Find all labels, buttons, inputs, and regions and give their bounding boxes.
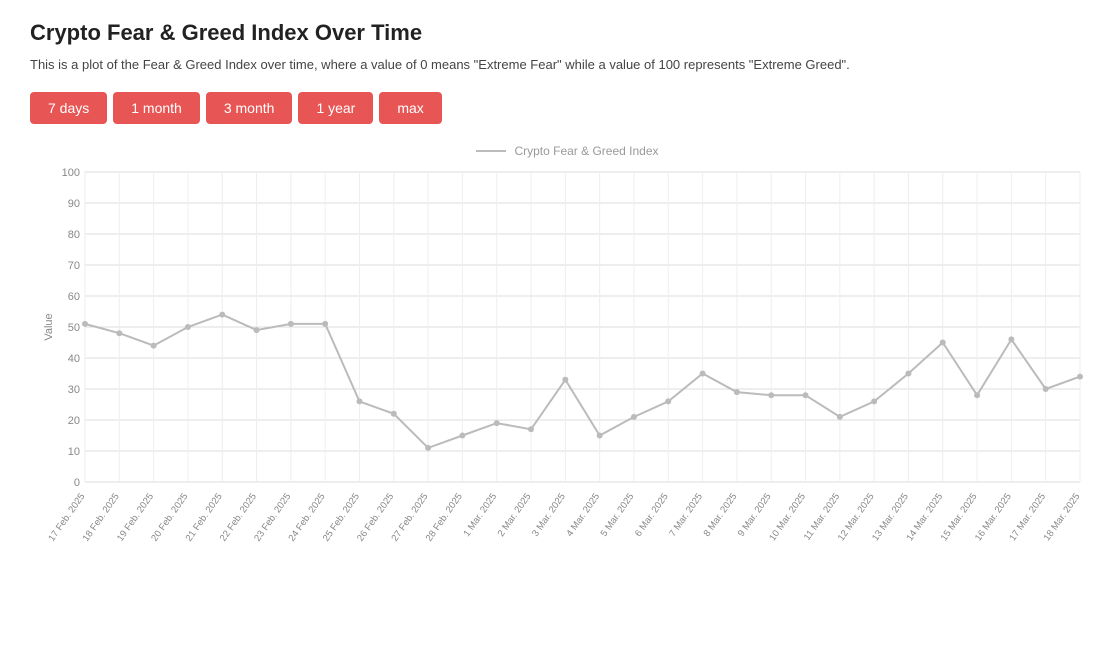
chart-container: Crypto Fear & Greed Index 0 10 20 30 40 50 60 7… xyxy=(40,144,1095,584)
svg-text:28 Feb. 2025: 28 Feb. 2025 xyxy=(424,492,465,544)
svg-text:5 Mar. 2025: 5 Mar. 2025 xyxy=(599,492,637,539)
btn-3month[interactable]: 3 month xyxy=(206,92,293,124)
chart-legend: Crypto Fear & Greed Index xyxy=(40,144,1095,158)
svg-text:60: 60 xyxy=(68,291,80,303)
chart-area: 010203040506070809010017 Feb. 202518 Feb… xyxy=(40,162,1095,562)
svg-text:50: 50 xyxy=(68,322,80,334)
svg-text:40: 40 xyxy=(68,353,80,365)
svg-text:20: 20 xyxy=(68,415,80,427)
page-subtitle: This is a plot of the Fear & Greed Index… xyxy=(30,56,1089,74)
btn-1month[interactable]: 1 month xyxy=(113,92,200,124)
svg-text:9 Mar. 2025: 9 Mar. 2025 xyxy=(736,492,774,539)
svg-text:80: 80 xyxy=(68,229,80,241)
svg-text:30: 30 xyxy=(68,384,80,396)
svg-text:4 Mar. 2025: 4 Mar. 2025 xyxy=(564,492,602,539)
svg-text:Value: Value xyxy=(43,314,55,341)
svg-text:2 Mar. 2025: 2 Mar. 2025 xyxy=(496,492,534,539)
svg-text:7 Mar. 2025: 7 Mar. 2025 xyxy=(667,492,705,539)
svg-text:10: 10 xyxy=(68,446,80,458)
time-range-buttons: 7 days 1 month 3 month 1 year max xyxy=(30,92,1089,124)
btn-7days[interactable]: 7 days xyxy=(30,92,107,124)
legend-line-icon xyxy=(476,150,506,152)
page-title: Crypto Fear & Greed Index Over Time xyxy=(30,20,1089,46)
svg-text:6 Mar. 2025: 6 Mar. 2025 xyxy=(633,492,671,539)
legend-label: Crypto Fear & Greed Index xyxy=(514,144,658,158)
svg-text:70: 70 xyxy=(68,260,80,272)
svg-text:8 Mar. 2025: 8 Mar. 2025 xyxy=(702,492,740,539)
chart-svg: 010203040506070809010017 Feb. 202518 Feb… xyxy=(40,162,1095,562)
svg-text:1 Mar. 2025: 1 Mar. 2025 xyxy=(461,492,499,539)
svg-text:100: 100 xyxy=(62,167,80,179)
svg-text:18 Mar. 2025: 18 Mar. 2025 xyxy=(1042,492,1083,544)
svg-text:0: 0 xyxy=(74,477,80,489)
svg-text:3 Mar. 2025: 3 Mar. 2025 xyxy=(530,492,568,539)
svg-text:90: 90 xyxy=(68,198,80,210)
btn-1year[interactable]: 1 year xyxy=(298,92,373,124)
btn-max[interactable]: max xyxy=(379,92,441,124)
